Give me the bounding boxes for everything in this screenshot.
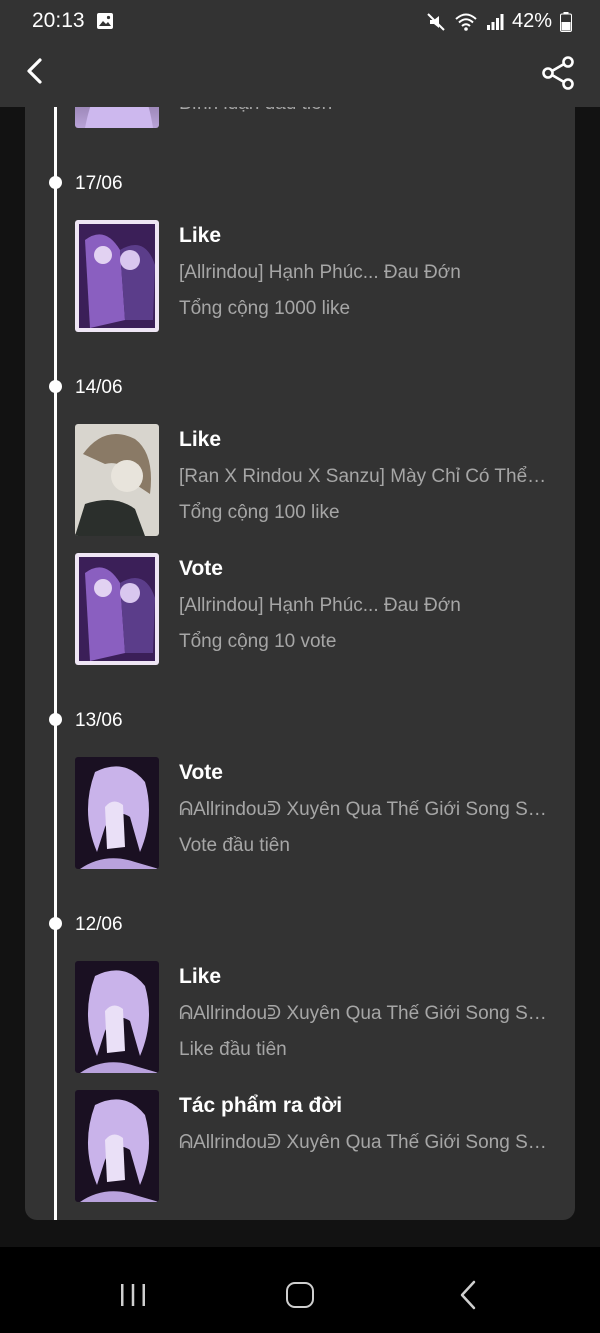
app-bar <box>0 44 600 107</box>
timeline-date: 17/06 <box>75 173 123 194</box>
timeline-item-detail: Tổng cộng 1000 like <box>179 298 351 319</box>
status-bar: 20:13 42% <box>0 0 600 44</box>
status-time: 20:13 <box>32 9 85 32</box>
gallery-notification-icon <box>97 13 113 29</box>
timeline-item-subtitle: [Allrindou] Hạnh Phúc... Đau Đớn <box>179 595 461 616</box>
timeline-item-title: Tác phẩm ra đời <box>179 1094 343 1117</box>
timeline-item-title: Vote <box>179 761 223 784</box>
timeline-line <box>54 107 57 1220</box>
timeline-item-subtitle: ᕱAllrindouᕲ Xuyên Qua Thế Giới Song So..… <box>179 799 551 820</box>
battery-icon <box>560 11 572 32</box>
timeline-date: 13/06 <box>75 710 123 731</box>
timeline-dot <box>49 380 62 393</box>
timeline-item-title: Like <box>179 224 222 247</box>
recent-apps-icon[interactable] <box>120 1284 146 1306</box>
timeline-item-subtitle: [Allrindou] Hạnh Phúc... Đau Đớn <box>179 262 461 283</box>
timeline-item-subtitle: ᕱAllrindouᕲ Xuyên Qua Thế Giới Song So..… <box>179 1003 551 1024</box>
story-cover-thumbnail[interactable] <box>75 107 159 128</box>
top-bar: 20:13 42% <box>0 0 600 107</box>
timeline-dot <box>49 176 62 189</box>
timeline-item-detail: Tổng cộng 100 like <box>179 502 340 523</box>
timeline-item-detail: Vote đầu tiên <box>179 835 290 856</box>
wifi-icon <box>455 13 477 31</box>
timeline-date: 14/06 <box>75 377 123 398</box>
story-cover-thumbnail[interactable] <box>75 553 159 665</box>
timeline-date: 12/06 <box>75 914 123 935</box>
timeline-dot <box>49 713 62 726</box>
nav-back-icon[interactable] <box>458 1280 478 1310</box>
timeline-card: Bình luận đầu tiên 17/06 Like [Allrindou… <box>25 107 575 1220</box>
timeline-item-title: Like <box>179 965 222 988</box>
back-chevron-icon[interactable] <box>18 54 52 88</box>
story-cover-thumbnail[interactable] <box>75 220 159 332</box>
timeline-item-subtitle: Bình luận đầu tiên <box>179 107 332 115</box>
timeline-item-detail: Like đầu tiên <box>179 1039 287 1060</box>
story-cover-thumbnail[interactable] <box>75 1090 159 1202</box>
timeline-item-title: Like <box>179 428 222 451</box>
story-cover-thumbnail[interactable] <box>75 757 159 869</box>
story-cover-thumbnail[interactable] <box>75 424 159 536</box>
mute-icon <box>427 12 445 31</box>
timeline-item-subtitle: [Ran X Rindou X Sanzu] Mày Chỉ Có Thể C.… <box>179 466 551 487</box>
story-cover-thumbnail[interactable] <box>75 961 159 1073</box>
timeline-dot <box>49 917 62 930</box>
timeline-item-subtitle: ᕱAllrindouᕲ Xuyên Qua Thế Giới Song So..… <box>179 1132 551 1153</box>
timeline-item-detail: Tổng cộng 10 vote <box>179 631 337 652</box>
share-icon[interactable] <box>540 56 576 90</box>
home-button-icon[interactable] <box>286 1282 314 1308</box>
timeline-item-title: Vote <box>179 557 223 580</box>
signal-icon <box>486 13 504 30</box>
battery-percent: 42% <box>511 10 552 32</box>
